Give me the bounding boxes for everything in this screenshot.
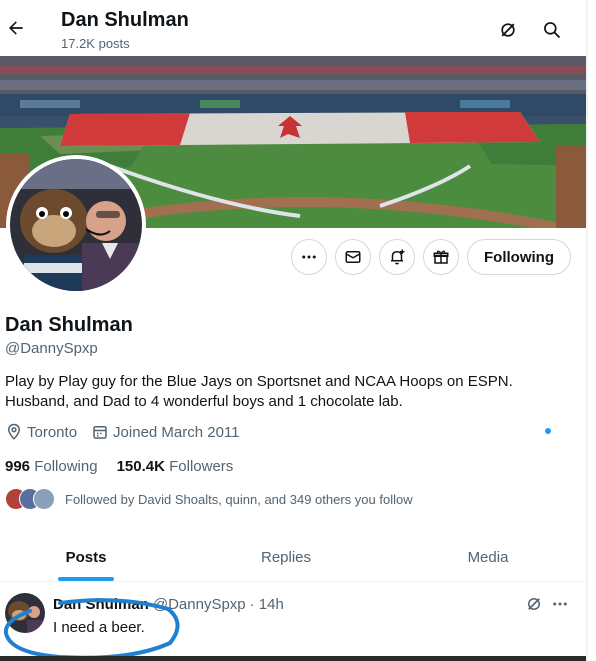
grok-button[interactable] [494, 16, 522, 44]
grok-icon [501, 23, 515, 37]
tweet-time[interactable]: · 14h [250, 596, 284, 613]
following-button[interactable]: Following [467, 239, 571, 275]
tweet-text: I need a beer. [53, 619, 145, 636]
grok-icon [528, 598, 540, 610]
notifications-button[interactable] [379, 239, 415, 275]
profile-tabs: Posts Replies Media [0, 532, 586, 582]
search-button[interactable] [538, 16, 566, 44]
tweet-more-button[interactable] [551, 595, 569, 618]
profile-header: Dan Shulman 17.2K posts [0, 0, 586, 56]
posts-count: 17.2K posts [61, 36, 130, 51]
tweet-author-name[interactable]: Dan Shulman [53, 596, 149, 613]
gift-icon [433, 250, 449, 264]
tweet[interactable]: Dan Shulman @DannySpxp · 14h I need a be… [0, 583, 586, 661]
profile-name: Dan Shulman [5, 314, 133, 336]
profile-meta: Toronto Joined March 2011 [5, 423, 254, 441]
content-border [586, 0, 588, 661]
profile-handle: @DannySpxp [5, 340, 98, 357]
header-title: Dan Shulman [61, 9, 189, 31]
tweet-header: Dan Shulman @DannySpxp · 14h [53, 596, 284, 613]
following-label: Following [34, 458, 98, 475]
joined-item: Joined March 2011 [91, 423, 240, 441]
followed-by-avatars [5, 488, 57, 510]
tweet-avatar-photo [5, 593, 45, 633]
bell-plus-icon [391, 249, 405, 265]
profile-avatar[interactable] [6, 155, 146, 295]
calendar-icon [93, 426, 107, 439]
followers-stat[interactable]: 150.4K Followers [117, 458, 234, 475]
location-item: Toronto [5, 423, 77, 441]
message-button[interactable] [335, 239, 371, 275]
search-icon [544, 22, 561, 39]
tab-replies[interactable]: Replies [200, 532, 372, 582]
following-count: 996 [5, 458, 31, 475]
more-button[interactable] [291, 239, 327, 275]
location-pin-icon [7, 423, 21, 440]
joined-text: Joined March 2011 [113, 423, 240, 441]
arrow-left-icon [9, 21, 23, 35]
more-icon [553, 602, 567, 606]
back-button[interactable] [4, 12, 28, 44]
profile-bio: Play by Play guy for the Blue Jays on Sp… [5, 373, 513, 410]
tweet-grok-button[interactable] [525, 595, 543, 618]
followed-by[interactable]: Followed by David Shoalts, quinn, and 34… [5, 488, 413, 510]
followers-label: Followers [169, 458, 234, 475]
followed-by-text: Followed by David Shoalts, quinn, and 34… [65, 491, 413, 507]
tweet-author-handle[interactable]: @DannySpxp [153, 596, 246, 613]
follower-avatar [33, 488, 55, 510]
tab-posts[interactable]: Posts [0, 532, 172, 582]
more-icon [302, 255, 316, 259]
bottom-edge [0, 656, 586, 661]
avatar-photo [10, 159, 142, 291]
following-stat[interactable]: 996 Following [5, 458, 98, 475]
indicator-dot [545, 428, 551, 434]
tweet-avatar[interactable] [5, 593, 45, 633]
location-text: Toronto [27, 423, 78, 441]
tab-media[interactable]: Media [402, 532, 574, 582]
envelope-icon [345, 251, 361, 263]
subscribe-button[interactable] [423, 239, 459, 275]
active-tab-indicator [58, 577, 114, 581]
followers-count: 150.4K [116, 458, 165, 475]
profile-stats: 996 Following 150.4K Followers [5, 458, 252, 475]
